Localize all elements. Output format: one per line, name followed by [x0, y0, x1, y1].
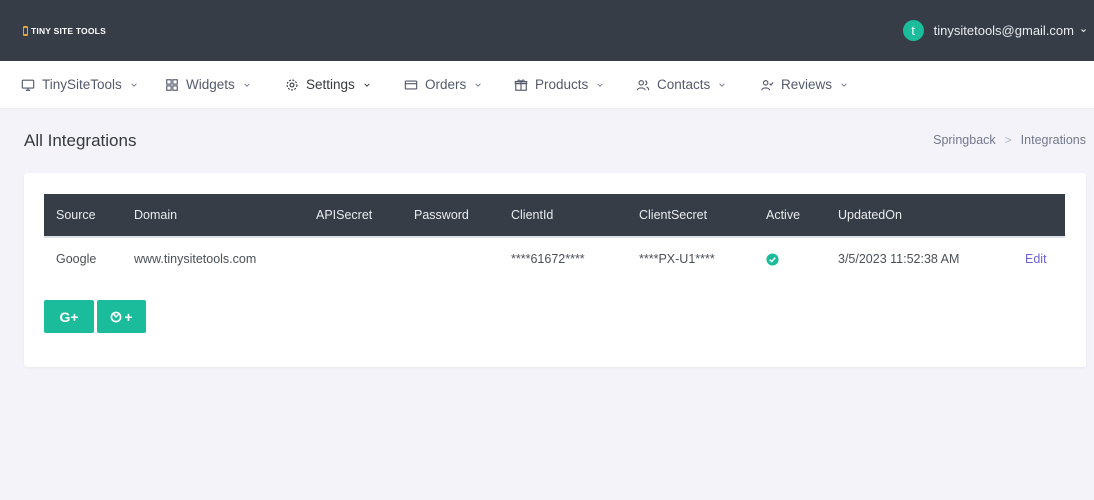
add-integration-button[interactable]: + [97, 300, 146, 333]
nav-item-widgets[interactable]: Widgets [165, 61, 251, 108]
chevron-down-icon [244, 82, 250, 87]
column-header-clientid: ClientId [499, 194, 627, 237]
cell-active [754, 236, 826, 280]
cell-actions: Edit [1009, 236, 1065, 280]
users-icon [636, 79, 650, 90]
breadcrumb-springback-link[interactable]: Springback [933, 133, 996, 147]
nav-label: Contacts [657, 77, 711, 92]
check-circle-icon [766, 253, 779, 266]
integrations-card: Source Domain APISecret Password ClientI… [24, 173, 1086, 367]
column-header-active: Active [754, 194, 826, 237]
user-check-icon [761, 79, 774, 90]
chevron-down-icon [597, 82, 604, 87]
column-header-password: Password [402, 194, 499, 237]
nav-item-contacts[interactable]: Contacts [636, 61, 726, 108]
edit-link[interactable]: Edit [1025, 252, 1047, 266]
grid-icon [166, 78, 178, 91]
chevron-down-icon [1081, 28, 1086, 32]
breadcrumb: Springback > Integrations [933, 133, 1086, 147]
column-header-clientsecret: ClientSecret [627, 194, 754, 237]
google-plus-icon: G+ [59, 308, 79, 325]
cell-source: Google [44, 236, 122, 280]
cell-apisecret [304, 236, 402, 280]
nav-label: Widgets [186, 77, 235, 92]
gear-icon [286, 79, 298, 90]
credit-card-icon [404, 79, 418, 90]
nav-label: Products [535, 77, 589, 92]
integrations-table: Source Domain APISecret Password ClientI… [44, 194, 1065, 280]
breadcrumb-current: Integrations [1020, 133, 1086, 147]
column-header-apisecret: APISecret [304, 194, 402, 237]
cell-password [402, 236, 499, 280]
add-google-integration-button[interactable]: G+ [44, 300, 94, 333]
nav-item-settings[interactable]: Settings [285, 61, 371, 108]
column-header-domain: Domain [122, 194, 304, 237]
table-header-row: Source Domain APISecret Password ClientI… [44, 194, 1065, 237]
integration-logo-icon [111, 311, 122, 322]
chevron-down-icon [131, 82, 137, 87]
nav-item-tinysitetools[interactable]: TinySiteTools [21, 61, 138, 108]
nav-label: TinySiteTools [42, 77, 122, 92]
cell-updatedon: 3/5/2023 11:52:38 AM [826, 236, 1009, 280]
nav-item-reviews[interactable]: Reviews [760, 61, 848, 108]
monitor-icon [21, 79, 35, 91]
user-email: tinysitetools@gmail.com [933, 22, 1074, 38]
nav-label: Settings [306, 77, 355, 92]
plus-icon: + [124, 308, 133, 325]
cell-clientid: ****61672**** [499, 236, 627, 280]
column-header-source: Source [44, 194, 122, 237]
chevron-down-icon [364, 82, 370, 87]
nav-item-orders[interactable]: Orders [404, 61, 482, 108]
user-menu[interactable]: t tinysitetools@gmail.com [902, 19, 1087, 41]
cell-domain: www.tinysitetools.com [122, 236, 304, 280]
page-title: All Integrations [24, 131, 137, 150]
table-row: Google www.tinysitetools.com ****61672**… [44, 236, 1065, 280]
logo-text: TINY SITE TOOLS [31, 26, 106, 36]
chevron-down-icon [475, 82, 482, 87]
column-header-updatedon: UpdatedOn [826, 194, 1009, 237]
chevron-down-icon [841, 82, 847, 87]
topbar: TINY SITE TOOLS t tinysitetools@gmail.co… [0, 0, 1094, 61]
gift-icon [514, 78, 528, 91]
cell-clientsecret: ****PX-U1**** [627, 236, 754, 280]
nav-item-products[interactable]: Products [514, 61, 604, 108]
chevron-down-icon [719, 82, 726, 87]
brand-logo[interactable]: TINY SITE TOOLS [23, 25, 106, 37]
breadcrumb-separator: > [1004, 133, 1012, 147]
nav-label: Reviews [781, 77, 833, 92]
main-nav: TinySiteTools Widgets Settings Orders Pr… [0, 61, 1094, 108]
column-header-actions [1009, 194, 1065, 237]
logo-icon [23, 26, 28, 36]
nav-label: Orders [425, 77, 467, 92]
avatar: t [902, 19, 924, 41]
